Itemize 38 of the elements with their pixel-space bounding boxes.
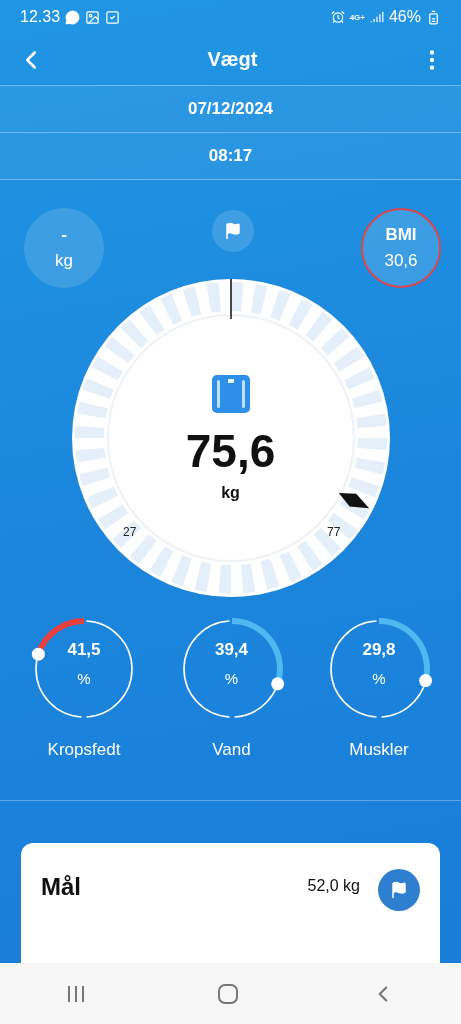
scale-icon [210, 374, 251, 415]
goal-title: Mål [41, 873, 82, 901]
time-field[interactable]: 08:17 [0, 133, 461, 181]
goal-card[interactable]: Mål 52,0 kg [21, 843, 440, 963]
weight-unit: kg [221, 484, 240, 503]
metric-label: Vand [212, 740, 251, 761]
goal-flag-button[interactable] [378, 869, 420, 911]
metric-value: 39,4 [214, 639, 249, 660]
status-time: 12.33 [20, 8, 61, 27]
target-value: - [61, 225, 67, 246]
weight-value: 75,6 [185, 424, 276, 479]
date-field[interactable]: 07/12/2024 [0, 86, 461, 134]
flag-icon[interactable] [390, 881, 408, 899]
scale-min: 27 [122, 525, 136, 540]
checkbox-icon [105, 9, 121, 25]
battery-percent: 46% [388, 8, 421, 27]
network-type: 4G+ [349, 12, 365, 22]
goal-value: 52,0 kg [307, 877, 360, 895]
metric-unit: % [77, 669, 91, 687]
message-icon [65, 9, 81, 25]
flag-icon[interactable] [223, 222, 242, 241]
metric-value: 41,5 [67, 639, 101, 660]
metric-value: 29,8 [362, 639, 396, 660]
scale-max: 77 [326, 525, 340, 540]
target-unit: kg [55, 251, 73, 272]
metric-unit: % [224, 669, 239, 687]
target-marker [229, 278, 232, 320]
page-title: Vægt [207, 48, 258, 72]
bmi-value: 30,6 [384, 251, 418, 272]
battery-icon [426, 9, 441, 25]
signal-icon [369, 10, 384, 25]
bmi-label: BMI [385, 225, 417, 246]
image-icon [85, 9, 101, 25]
metric-unit: % [372, 669, 386, 687]
alarm-icon [330, 10, 345, 25]
metric-label: Muskler [349, 740, 409, 761]
needle [338, 493, 369, 509]
metric-label: Kropsfedt [47, 740, 121, 761]
